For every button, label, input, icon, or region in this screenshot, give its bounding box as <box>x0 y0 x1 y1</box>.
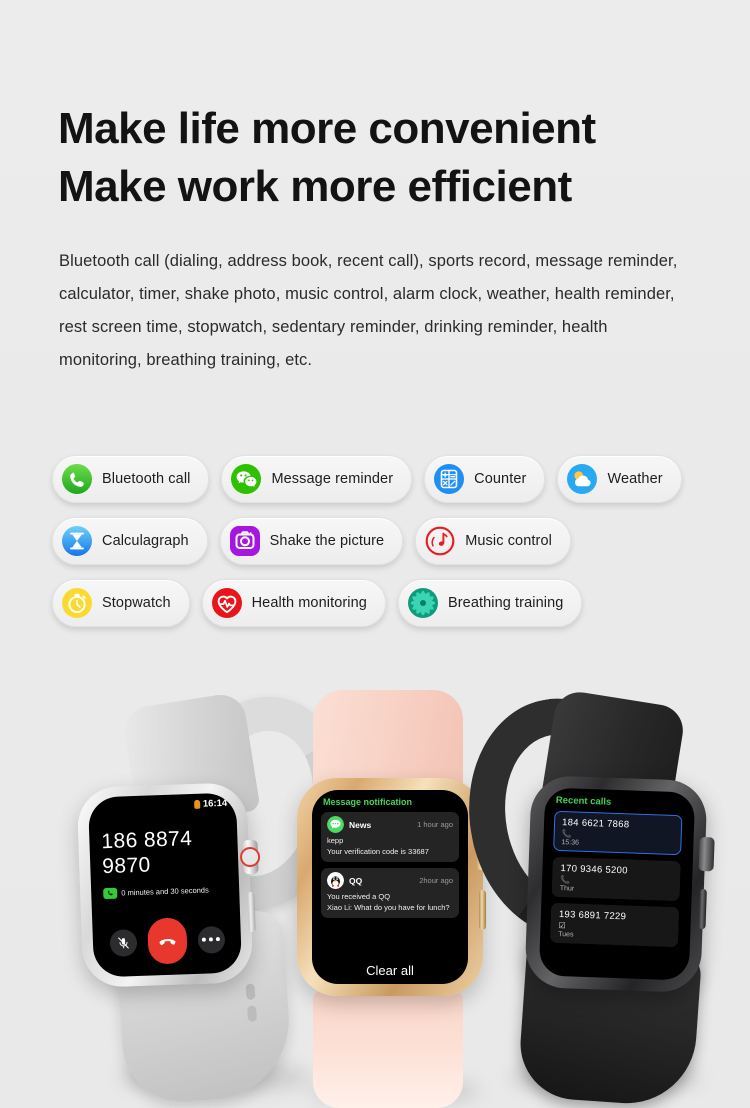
page-title: Make life more convenient Make work more… <box>58 100 718 216</box>
heart-pulse-icon <box>211 588 242 618</box>
notification-app-name: News <box>349 819 372 830</box>
notification-header: QQ 2hour ago <box>327 872 453 889</box>
watch-case-white: 16:14 186 8874 9870 0 minutes and 30 sec… <box>76 782 261 988</box>
feature-chip-label: Message reminder <box>271 471 394 487</box>
feature-chip-bluetooth-call[interactable]: Bluetooth call <box>52 455 210 503</box>
digital-crown[interactable] <box>698 836 715 872</box>
feature-chip-row: Bluetooth call Message reminder Counter … <box>52 455 712 503</box>
phone-down-icon <box>159 938 175 945</box>
stopwatch-icon <box>62 588 92 618</box>
recent-call-item[interactable]: 184 6621 7868 📞 15:36 <box>553 810 683 856</box>
feature-chip-weather[interactable]: Weather <box>557 455 682 503</box>
status-bar: 16:14 <box>193 797 228 810</box>
watch-pink: Message notification News 1 hour ago kep… <box>285 690 500 1108</box>
call-phone-number: 186 8874 9870 <box>101 827 193 879</box>
watch-screen-messages: Message notification News 1 hour ago kep… <box>312 790 468 984</box>
headline-line-1: Make life more convenient <box>58 104 596 153</box>
feature-chip-message-reminder[interactable]: Message reminder <box>221 455 413 503</box>
recent-call-item[interactable]: 193 6891 7229 ☑ Tues <box>549 902 680 948</box>
feature-chip-breathing-training[interactable]: Breathing training <box>397 579 583 627</box>
feature-chip-label: Counter <box>474 471 527 487</box>
side-button[interactable] <box>698 888 707 930</box>
notification-item[interactable]: QQ 2hour ago You received a QQ Xiao Li: … <box>321 868 459 918</box>
call-active-icon <box>103 887 118 900</box>
feature-chip-list: Bluetooth call Message reminder Counter … <box>52 455 712 641</box>
flower-mandala-icon <box>407 588 438 618</box>
notification-line-1: You received a QQ <box>327 892 391 901</box>
feature-chip-calculagraph[interactable]: Calculagraph <box>52 517 208 565</box>
watch-black: Recent calls 184 6621 7868 📞 15:36 170 9… <box>450 683 740 1108</box>
watch-case-black: Recent calls 184 6621 7868 📞 15:36 170 9… <box>524 774 715 994</box>
notification-item[interactable]: News 1 hour ago kepp Your verification c… <box>321 812 459 862</box>
microphone-muted-icon <box>117 936 129 949</box>
notification-header: News 1 hour ago <box>327 816 453 833</box>
clear-all-button[interactable]: Clear all <box>312 963 468 978</box>
headline-line-2: Make work more efficient <box>58 162 572 211</box>
feature-chip-label: Shake the picture <box>269 533 385 549</box>
recording-icon <box>193 799 201 809</box>
feature-chip-row: Calculagraph Shake the picture Music con… <box>52 517 712 565</box>
feature-chip-label: Bluetooth call <box>102 471 191 487</box>
qq-penguin-icon <box>327 872 344 889</box>
calculator-icon <box>434 464 465 494</box>
call-action-bar <box>92 915 242 966</box>
product-photo-group: 16:14 186 8874 9870 0 minutes and 30 sec… <box>0 680 750 1108</box>
recent-calls-list: 184 6621 7868 📞 15:36 170 9346 5200 📞 Th… <box>549 810 683 953</box>
notification-line-1: kepp <box>327 836 344 845</box>
feature-chip-label: Calculagraph <box>102 533 189 549</box>
feature-chip-label: Breathing training <box>447 595 564 611</box>
feature-chip-label: Health monitoring <box>251 595 367 611</box>
call-duration: 0 minutes and 30 seconds <box>103 884 209 900</box>
camera-icon <box>229 526 260 556</box>
notification-time: 2hour ago <box>419 876 453 885</box>
notification-list: News 1 hour ago kepp Your verification c… <box>321 812 459 924</box>
feature-chip-shake-the-picture[interactable]: Shake the picture <box>219 517 404 565</box>
recent-call-item[interactable]: 170 9346 5200 📞 Thur <box>551 856 681 902</box>
sun-cloud-icon <box>567 464 598 494</box>
feature-chip-health-monitoring[interactable]: Health monitoring <box>201 579 386 627</box>
call-duration-text: 0 minutes and 30 seconds <box>121 885 209 898</box>
more-options-button[interactable] <box>196 925 225 954</box>
feature-chip-counter[interactable]: Counter <box>424 455 546 503</box>
notification-line-2: Your verification code is 33687 <box>327 847 429 856</box>
watch-white: 16:14 186 8874 9870 0 minutes and 30 sec… <box>72 680 367 1106</box>
feature-chip-stopwatch[interactable]: Stopwatch <box>52 579 190 627</box>
phone-icon <box>62 464 92 494</box>
hourglass-icon <box>62 526 92 556</box>
music-note-circle-icon <box>425 526 455 556</box>
ellipsis-icon <box>201 937 220 942</box>
wechat-icon <box>231 464 262 494</box>
side-button[interactable] <box>247 891 256 933</box>
watch-case-gold: Message notification News 1 hour ago kep… <box>297 778 491 996</box>
watch-screen-call: 16:14 186 8874 9870 0 minutes and 30 sec… <box>87 792 243 978</box>
feature-chip-music-control[interactable]: Music control <box>415 517 571 565</box>
feature-chip-label: Stopwatch <box>102 595 171 611</box>
mute-button[interactable] <box>109 928 137 957</box>
notification-time: 1 hour ago <box>417 820 453 829</box>
watch-band-bottom <box>313 990 463 1108</box>
sms-bubble-icon <box>327 816 344 833</box>
feature-description: Bluetooth call (dialing, address book, r… <box>59 252 678 369</box>
status-time: 16:14 <box>202 797 228 810</box>
feature-chip-row: Stopwatch Health monitoring Breathing tr… <box>52 579 712 627</box>
notification-line-2: Xiao Li: What do you have for lunch? <box>327 903 450 912</box>
notification-app-name: QQ <box>349 875 363 886</box>
feature-chip-label: Weather <box>607 471 663 487</box>
screen-title: Message notification <box>323 797 413 807</box>
screen-title: Recent calls <box>555 794 612 808</box>
end-call-button[interactable] <box>146 917 188 965</box>
feature-chip-label: Music control <box>465 533 552 549</box>
watch-screen-recent-calls: Recent calls 184 6621 7868 📞 15:36 170 9… <box>538 787 696 981</box>
